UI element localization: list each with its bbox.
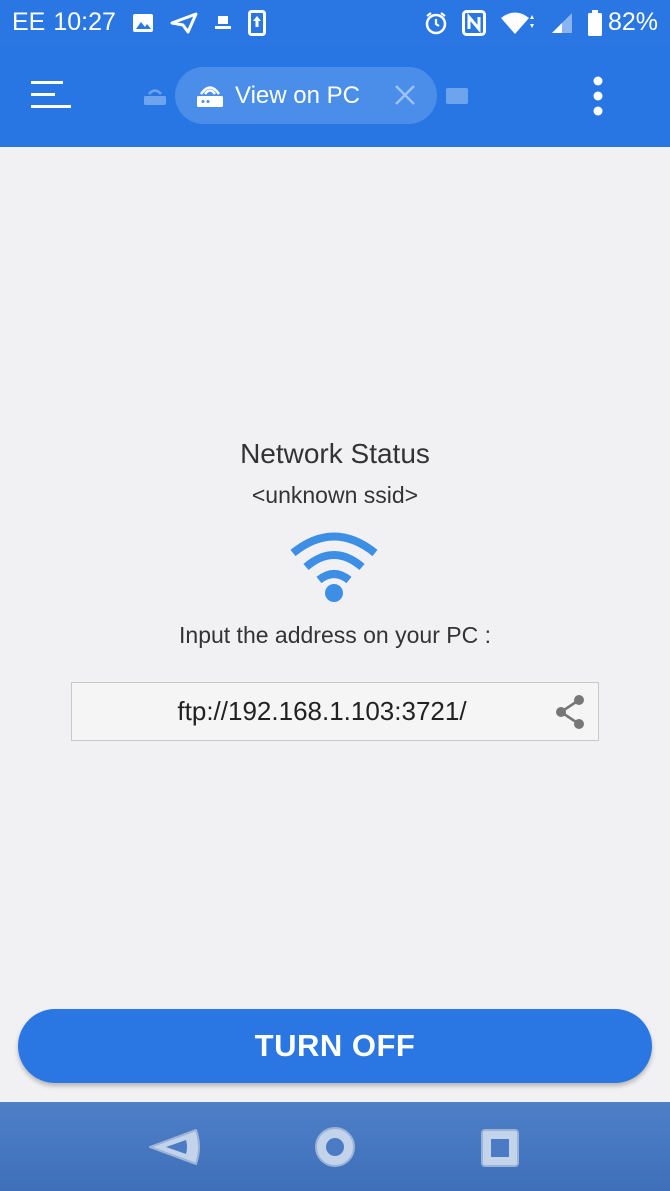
previous-tab-router-icon[interactable]: [143, 85, 167, 112]
turn-off-button[interactable]: TURN OFF: [18, 1009, 652, 1083]
nav-back-button[interactable]: [146, 1126, 202, 1173]
nfc-icon: [461, 9, 486, 36]
battery-icon: 82%: [587, 8, 658, 37]
close-icon: [395, 85, 415, 105]
signal-icon: [550, 11, 574, 35]
instruction-text: Input the address on your PC :: [179, 622, 491, 648]
menu-button[interactable]: [22, 69, 80, 121]
router-icon: [195, 82, 225, 110]
wifi-status-icon: [289, 528, 379, 609]
carrier-label: EE: [12, 8, 46, 36]
back-triangle-icon: [149, 1129, 200, 1165]
recents-square-icon: [481, 1129, 519, 1167]
ssid-label: <unknown ssid>: [251, 482, 419, 508]
nav-recents-button[interactable]: [480, 1128, 520, 1173]
status-bar: EE 10:27 82%: [0, 0, 670, 45]
home-circle-icon: [315, 1127, 355, 1167]
close-tab-button[interactable]: [393, 83, 417, 107]
status-right: 82%: [424, 8, 658, 37]
clock: 10:27: [53, 8, 116, 36]
next-tab-card-icon[interactable]: [445, 85, 469, 112]
network-icon: [214, 14, 232, 32]
hamburger-menu-icon: [31, 81, 71, 108]
nav-home-button[interactable]: [314, 1126, 356, 1173]
tab-label: View on PC: [235, 81, 360, 109]
ftp-address[interactable]: ftp://192.168.1.103:3721/: [72, 683, 572, 740]
share-button[interactable]: [550, 693, 590, 731]
more-vertical-icon: [593, 76, 603, 116]
navigation-bar: [0, 1102, 670, 1191]
overflow-menu-button[interactable]: [578, 73, 618, 119]
network-status-title: Network Status: [240, 438, 430, 469]
wifi-icon: [500, 11, 536, 35]
alarm-icon: [424, 11, 448, 35]
ftp-address-box: ftp://192.168.1.103:3721/: [71, 682, 599, 741]
status-left: EE 10:27: [12, 8, 266, 37]
image-icon: [132, 12, 154, 34]
app-bar: View on PC: [0, 45, 670, 147]
share-icon: [556, 695, 584, 729]
battery-percent: 82%: [607, 8, 658, 36]
send-icon: [170, 12, 198, 34]
upload-icon: [247, 9, 266, 36]
tab-view-on-pc[interactable]: View on PC: [175, 67, 437, 124]
